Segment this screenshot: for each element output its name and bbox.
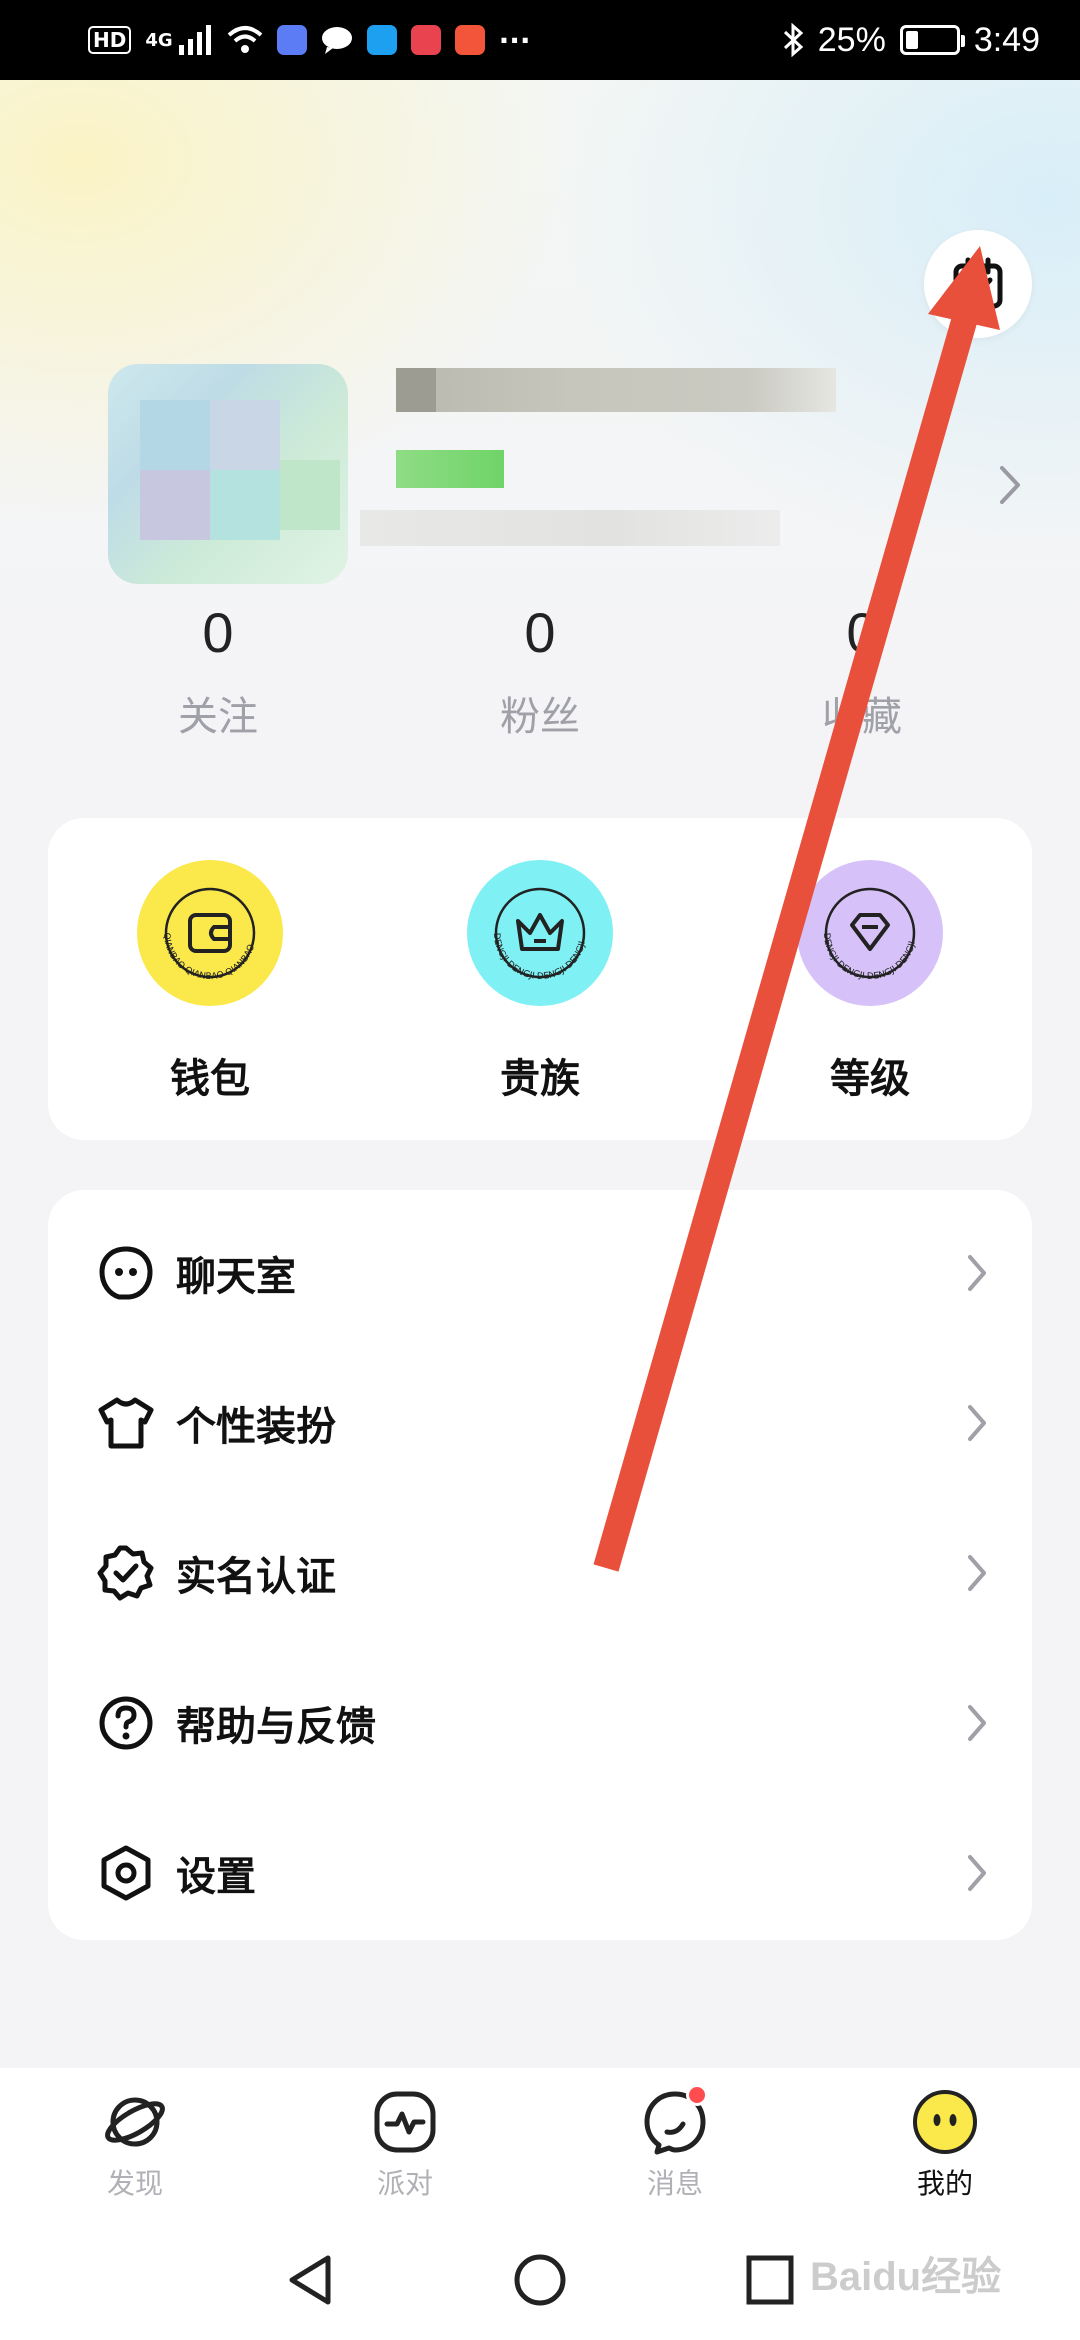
hd-indicator: HD bbox=[88, 26, 132, 54]
message-unread-badge bbox=[686, 2084, 708, 2106]
bottom-nav: 发现 派对 消息 我的 bbox=[0, 2068, 1080, 2218]
level-button[interactable]: DENGJI DENGJI DENGJI DENGJI 等级 bbox=[750, 860, 990, 1110]
watermark: Baidu经验 bbox=[810, 2255, 1002, 2299]
nobility-label: 贵族 bbox=[500, 1057, 580, 1101]
stat-fans[interactable]: 0 粉丝 bbox=[430, 600, 650, 742]
stat-label: 关注 bbox=[178, 695, 258, 739]
party-pulse-icon bbox=[374, 2091, 436, 2153]
menu-card: 聊天室 个性装扮 实名认证 帮助与反馈 设置 bbox=[48, 1190, 1032, 1940]
quick-actions-card: QIANBAO QIANBAO QIANBAO 钱包 DENGJI DENGJI… bbox=[48, 818, 1032, 1140]
tshirt-icon bbox=[96, 1393, 156, 1453]
search-app-icon bbox=[366, 25, 397, 55]
svg-text:DENGJI DENGJI DENGJI DENGJI: DENGJI DENGJI DENGJI DENGJI bbox=[821, 932, 918, 982]
stat-value: 0 bbox=[202, 601, 234, 664]
stat-label: 收藏 bbox=[822, 695, 902, 739]
stat-label: 粉丝 bbox=[500, 695, 580, 739]
chevron-right-icon bbox=[968, 1405, 986, 1441]
nobility-button[interactable]: DENGJI DENGJI DENGJI DENGJI 贵族 bbox=[420, 860, 660, 1110]
menu-label: 设置 bbox=[176, 1855, 256, 1899]
home-icon[interactable] bbox=[512, 2252, 568, 2308]
svg-text:QIANBAO QIANBAO QIANBAO: QIANBAO QIANBAO QIANBAO bbox=[161, 932, 257, 982]
profile-info-mosaic[interactable] bbox=[100, 360, 840, 610]
stats-row: 0 关注 0 粉丝 0 收藏 bbox=[0, 600, 1080, 750]
nav-discover[interactable]: 发现 bbox=[0, 2068, 270, 2218]
more-notifications-icon: ··· bbox=[498, 23, 531, 57]
menu-item-verification[interactable]: 实名认证 bbox=[48, 1498, 1032, 1648]
menu-label: 实名认证 bbox=[176, 1555, 336, 1599]
battery-level bbox=[905, 31, 918, 49]
wallet-medal: QIANBAO QIANBAO QIANBAO bbox=[137, 860, 283, 1006]
level-medal: DENGJI DENGJI DENGJI DENGJI bbox=[797, 860, 943, 1006]
calendar-check-icon bbox=[953, 257, 1003, 309]
nav-party[interactable]: 派对 bbox=[270, 2068, 540, 2218]
smiley-icon bbox=[913, 2090, 977, 2154]
help-icon bbox=[96, 1693, 156, 1753]
wallet-button[interactable]: QIANBAO QIANBAO QIANBAO 钱包 bbox=[90, 860, 330, 1110]
status-left: HD 4G ··· bbox=[88, 24, 782, 57]
menu-label: 聊天室 bbox=[176, 1255, 296, 1299]
menu-label: 个性装扮 bbox=[176, 1405, 336, 1449]
nav-me[interactable]: 我的 bbox=[810, 2068, 1080, 2218]
stat-favorites[interactable]: 0 收藏 bbox=[752, 600, 972, 742]
nav-label: 消息 bbox=[646, 2168, 703, 2199]
stat-value: 0 bbox=[846, 601, 878, 664]
nobility-medal: DENGJI DENGJI DENGJI DENGJI bbox=[467, 860, 613, 1006]
chevron-right-icon bbox=[968, 1255, 986, 1291]
bluetooth-icon bbox=[783, 23, 803, 57]
nav-label: 派对 bbox=[376, 2168, 433, 2199]
stat-following[interactable]: 0 关注 bbox=[108, 600, 328, 742]
wallet-label: 钱包 bbox=[170, 1057, 250, 1101]
nav-messages[interactable]: 消息 bbox=[540, 2068, 810, 2218]
wallet-icon: QIANBAO QIANBAO QIANBAO bbox=[161, 887, 257, 982]
chevron-right-icon bbox=[968, 1705, 986, 1741]
menu-item-help[interactable]: 帮助与反馈 bbox=[48, 1648, 1032, 1798]
network-type: 4G bbox=[145, 29, 173, 51]
stat-value: 0 bbox=[524, 601, 556, 664]
status-right: 25% 3:49 bbox=[782, 21, 1040, 60]
reader-app-icon bbox=[454, 25, 485, 55]
menu-item-settings[interactable]: 设置 bbox=[48, 1798, 1032, 1948]
checkin-button[interactable] bbox=[924, 230, 1032, 338]
nav-label: 我的 bbox=[916, 2168, 973, 2199]
planet-icon bbox=[105, 2097, 165, 2147]
signal-icon bbox=[178, 25, 211, 55]
battery-icon bbox=[899, 25, 965, 55]
profile-chevron-icon[interactable] bbox=[992, 460, 1028, 510]
wifi-icon bbox=[227, 26, 262, 53]
recents-icon[interactable] bbox=[744, 2252, 796, 2308]
crown-icon: DENGJI DENGJI DENGJI DENGJI bbox=[491, 887, 588, 982]
back-icon[interactable] bbox=[284, 2252, 336, 2308]
chat-app-icon bbox=[321, 27, 352, 54]
huawei-app-icon bbox=[410, 25, 441, 55]
status-bar: HD 4G ··· 25% 3:49 bbox=[0, 0, 1080, 80]
nav-label: 发现 bbox=[106, 2168, 163, 2199]
settings-hex-icon bbox=[96, 1843, 156, 1903]
verified-badge-icon bbox=[96, 1543, 156, 1603]
level-label: 等级 bbox=[830, 1057, 910, 1101]
menu-label: 帮助与反馈 bbox=[176, 1705, 376, 1749]
menu-item-outfit[interactable]: 个性装扮 bbox=[48, 1348, 1032, 1498]
clock: 3:49 bbox=[973, 20, 1040, 59]
chevron-right-icon bbox=[968, 1555, 986, 1591]
chevron-right-icon bbox=[968, 1855, 986, 1891]
music-app-icon bbox=[276, 25, 307, 55]
menu-item-chatroom[interactable]: 聊天室 bbox=[48, 1198, 1032, 1348]
gem-icon: DENGJI DENGJI DENGJI DENGJI bbox=[821, 887, 918, 982]
battery-percent: 25% bbox=[817, 20, 886, 59]
chat-ghost-icon bbox=[96, 1243, 156, 1303]
